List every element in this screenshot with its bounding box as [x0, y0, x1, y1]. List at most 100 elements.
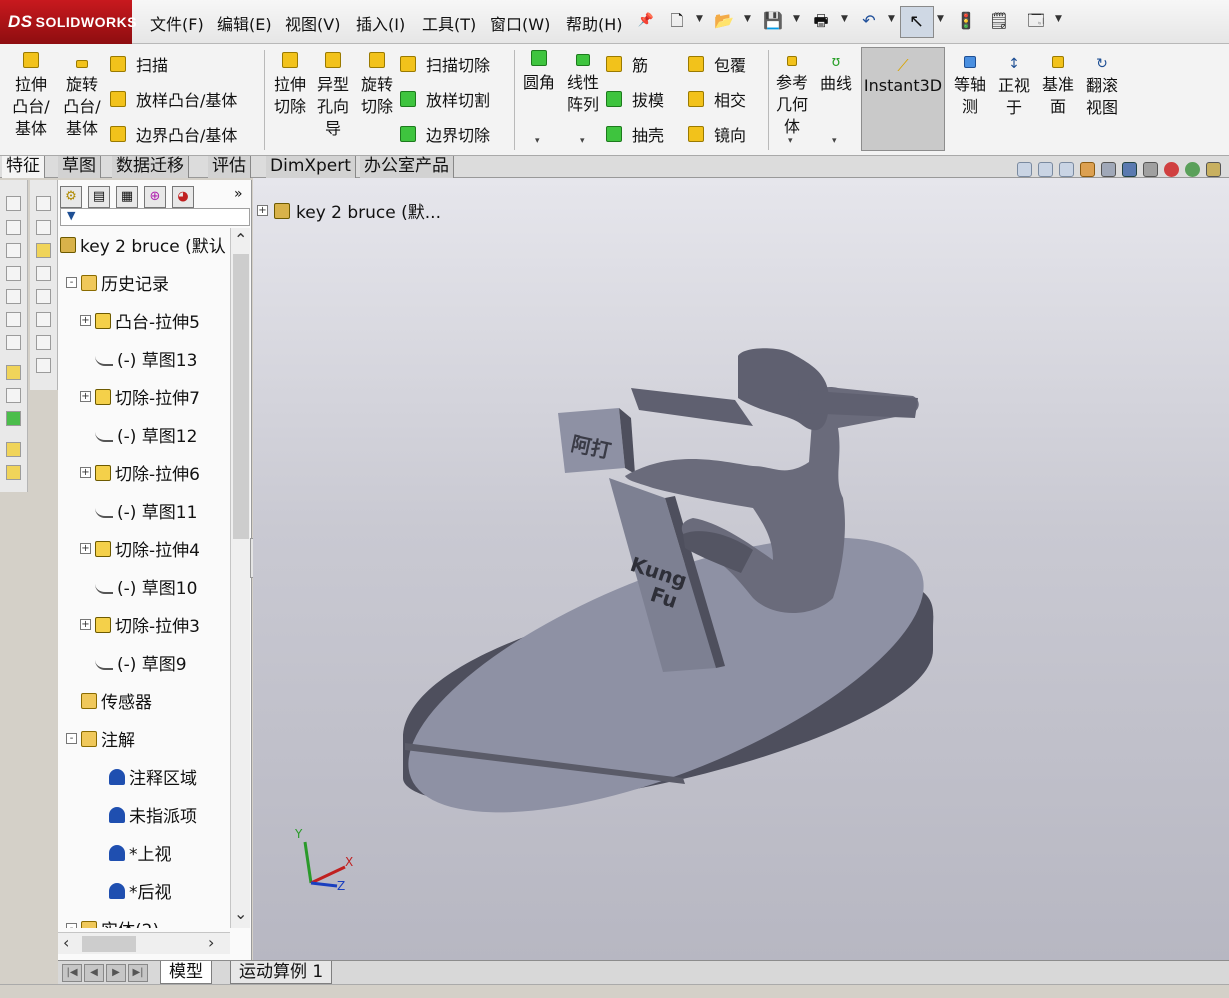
feature-tool-icon[interactable]	[6, 266, 21, 281]
last-tab-button[interactable]: ▶|	[128, 964, 148, 982]
scroll-thumb[interactable]	[82, 936, 136, 952]
rebuild-icon[interactable]: 🚦	[955, 10, 977, 32]
tab-data-migration[interactable]: 数据迁移	[112, 156, 189, 178]
menu-edit[interactable]: 编辑(E)	[217, 11, 272, 35]
dimxpert-tab-icon[interactable]: ⊕	[144, 186, 166, 208]
reference-geometry-button[interactable]: 参考 几何 体	[772, 50, 812, 138]
new-document-icon[interactable]: 🗋	[666, 10, 688, 32]
undo-icon[interactable]: ↶	[858, 10, 880, 32]
revolve-cut-button[interactable]: 旋转 切除	[357, 52, 397, 118]
feature-tool-icon[interactable]	[6, 312, 21, 327]
normal-to-button[interactable]: ↕ 正视 于	[994, 52, 1034, 119]
shell-button[interactable]: 抽壳	[606, 122, 664, 146]
extrude-tool-icon[interactable]	[6, 465, 21, 480]
annotation-tool-icon[interactable]	[36, 196, 51, 211]
annotation-tool-icon[interactable]	[36, 266, 51, 281]
view-settings-icon[interactable]	[1206, 162, 1221, 177]
draft-button[interactable]: 拔模	[606, 87, 664, 111]
loft-cut-button[interactable]: 放样切割	[400, 87, 490, 111]
extrude-cut-button[interactable]: 拉伸 切除	[270, 52, 310, 118]
first-tab-button[interactable]: |◀	[62, 964, 82, 982]
scroll-thumb[interactable]	[233, 254, 249, 539]
apply-scene-icon[interactable]	[1185, 162, 1200, 177]
mirror-button[interactable]: 镜向	[688, 122, 746, 146]
tab-evaluate[interactable]: 评估	[208, 156, 251, 178]
model-viewport[interactable]: 阿打 Kung Fu Y X Z	[253, 178, 1229, 960]
scroll-left-icon[interactable]: ‹	[63, 933, 69, 952]
edit-appearance-icon[interactable]	[1164, 162, 1179, 177]
feature-tool-icon[interactable]	[6, 196, 21, 211]
new-dropdown-icon[interactable]: ▼	[696, 14, 703, 24]
collapse-icon[interactable]: -	[66, 923, 77, 928]
graphics-area[interactable]: + key 2 bruce (默... 阿打 Kung Fu Y X Z	[253, 162, 1229, 960]
menu-tools[interactable]: 工具(T)	[422, 11, 476, 35]
annotation-tool-icon[interactable]	[36, 335, 51, 350]
tree-node[interactable]: *上视	[94, 840, 172, 865]
pin-icon[interactable]: 📌	[635, 10, 657, 32]
boundary-boss-button[interactable]: 边界凸台/基体	[110, 122, 237, 146]
more-tabs-icon[interactable]: »	[234, 186, 243, 202]
annotation-tool-icon[interactable]	[36, 289, 51, 304]
annotation-tool-icon[interactable]	[36, 312, 51, 327]
loft-boss-button[interactable]: 放样凸台/基体	[110, 87, 237, 111]
hide-show-items-icon[interactable]	[1143, 162, 1158, 177]
annotation-tool-icon[interactable]	[36, 358, 51, 373]
wrap-button[interactable]: 包覆	[688, 52, 746, 76]
tab-model[interactable]: 模型	[160, 961, 212, 984]
previous-view-icon[interactable]	[1059, 162, 1074, 177]
feature-tool-icon[interactable]	[6, 335, 21, 350]
sketch-tool-icon[interactable]	[6, 411, 21, 426]
featuremanager-tab-icon[interactable]: ⚙	[60, 186, 82, 208]
collapse-icon[interactable]: -	[66, 733, 77, 744]
revolve-boss-button[interactable]: 旋转 凸台/ 基体	[60, 52, 104, 140]
tree-filter[interactable]: ▼	[60, 208, 250, 226]
menu-help[interactable]: 帮助(H)	[566, 11, 623, 35]
prev-tab-button[interactable]: ◀	[84, 964, 104, 982]
annotation-tool-icon[interactable]	[36, 220, 51, 235]
instant3d-button[interactable]: ⟋ Instant3D	[861, 47, 945, 151]
expand-icon[interactable]: +	[80, 619, 91, 630]
fillet-button[interactable]: 圆角	[520, 50, 558, 94]
tree-node[interactable]: + 切除-拉伸7	[80, 384, 200, 409]
tree-node[interactable]: + 切除-拉伸4	[80, 536, 200, 561]
configurationmanager-tab-icon[interactable]: ▦	[116, 186, 138, 208]
display-manager-tab-icon[interactable]: ◕	[172, 186, 194, 208]
fillet-dropdown-icon[interactable]: ▾	[535, 136, 540, 146]
tab-sketch[interactable]: 草图	[58, 156, 101, 178]
pattern-dropdown-icon[interactable]: ▾	[580, 136, 585, 146]
open-dropdown-icon[interactable]: ▼	[744, 14, 751, 24]
options-dropdown-icon[interactable]: ▼	[1055, 14, 1062, 24]
tree-node[interactable]: - 实体(2)	[66, 916, 159, 928]
print-icon[interactable]: 🖶	[810, 10, 832, 32]
save-icon[interactable]: 💾	[762, 10, 784, 32]
tree-root[interactable]: key 2 bruce (默认	[60, 232, 226, 257]
tree-node[interactable]: 注释区域	[94, 764, 197, 789]
annotation-tool-icon[interactable]	[36, 243, 51, 258]
view-orientation-icon[interactable]	[1101, 162, 1116, 177]
tab-motion-study[interactable]: 运动算例 1	[230, 961, 333, 984]
tree-node[interactable]: (-) 草图9	[80, 650, 187, 675]
curves-button[interactable]: ʊ 曲线	[817, 50, 855, 95]
boundary-cut-button[interactable]: 边界切除	[400, 122, 490, 146]
intersect-button[interactable]: 相交	[688, 87, 746, 111]
menu-insert[interactable]: 插入(I)	[356, 11, 405, 35]
tree-node[interactable]: 传感器	[66, 688, 152, 713]
undo-dropdown-icon[interactable]: ▼	[888, 14, 895, 24]
feature-tool-icon[interactable]	[6, 220, 21, 235]
scroll-down-icon[interactable]: ⌄	[234, 904, 247, 923]
tree-node[interactable]: (-) 草图13	[80, 346, 197, 371]
expand-icon[interactable]: +	[80, 391, 91, 402]
isometric-button[interactable]: 等轴 测	[950, 52, 990, 118]
linear-pattern-button[interactable]: 线性 阵列	[563, 50, 603, 116]
feature-tool-icon[interactable]	[6, 243, 21, 258]
extrude-boss-button[interactable]: 拉伸 凸台/ 基体	[10, 52, 52, 140]
next-tab-button[interactable]: ▶	[106, 964, 126, 982]
scroll-right-icon[interactable]: ›	[208, 933, 214, 952]
open-icon[interactable]: 📂	[713, 10, 735, 32]
menu-view[interactable]: 视图(V)	[285, 11, 340, 35]
feature-tool-icon[interactable]	[6, 289, 21, 304]
zoom-to-fit-icon[interactable]	[1017, 162, 1032, 177]
zoom-to-area-icon[interactable]	[1038, 162, 1053, 177]
collapse-icon[interactable]: -	[66, 277, 77, 288]
tab-features[interactable]: 特征	[2, 156, 45, 178]
